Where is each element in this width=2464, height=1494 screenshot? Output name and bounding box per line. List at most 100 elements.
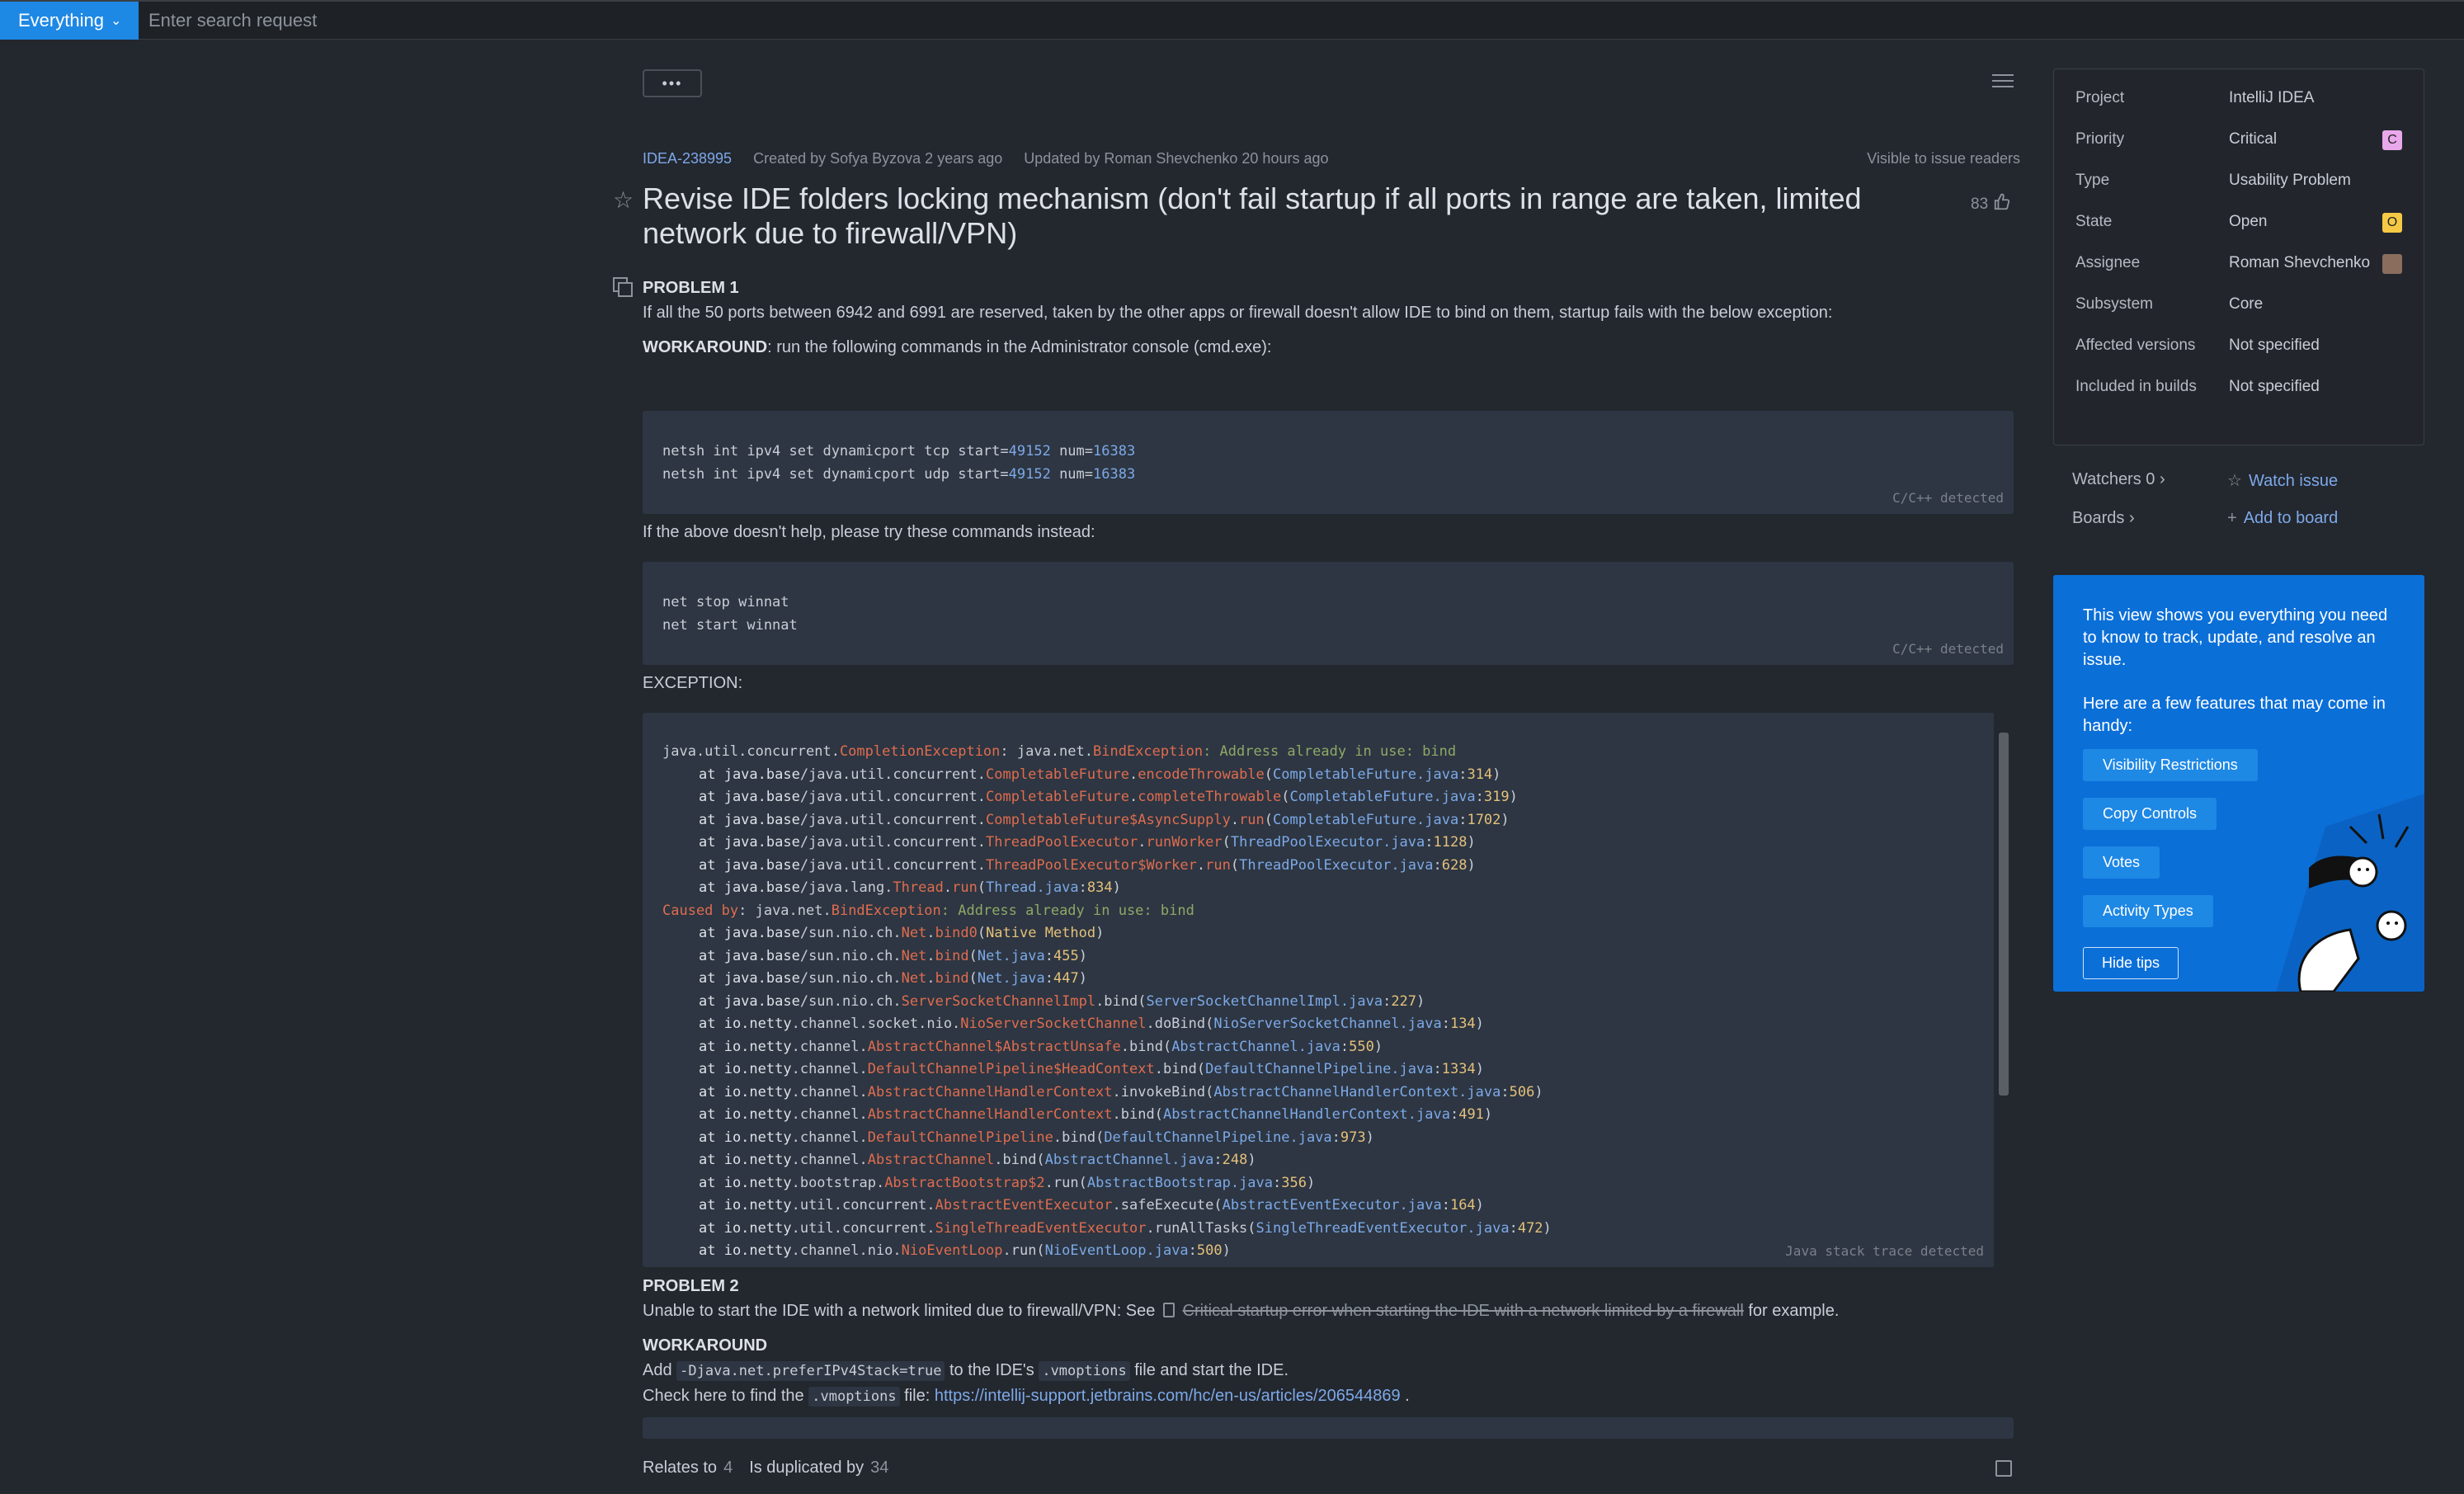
stack-trace-line: at java.base/sun.nio.ch.Net.bind(Net.jav… <box>699 970 1087 987</box>
stack-trace: java.util.concurrent.CompletionException… <box>662 741 1994 1263</box>
stack-trace-line: at java.base/java.lang.Thread.run(Thread… <box>699 879 1121 896</box>
issue-title: Revise IDE folders locking mechanism (do… <box>643 181 1862 250</box>
property-key: Type <box>2075 172 2110 189</box>
workaround-1: WORKAROUND: run the following commands i… <box>643 335 2015 360</box>
watch-issue-button[interactable]: ☆ Watch issue <box>2227 470 2338 491</box>
property-value[interactable]: Usability Problem <box>2229 172 2386 190</box>
stack-trace-line: at io.netty.channel.socket.nio.NioServer… <box>699 1016 1484 1032</box>
property-priority[interactable]: Priority Critical C <box>2075 130 2402 150</box>
stack-trace-line: at java.base/sun.nio.ch.Net.bind(Net.jav… <box>699 947 1087 964</box>
copy-icon[interactable] <box>613 277 633 297</box>
thumbs-up-icon <box>1993 193 2011 216</box>
property-value[interactable]: Not specified <box>2229 337 2386 355</box>
problem-1-text: If all the 50 ports between 6942 and 699… <box>643 304 1833 322</box>
workaround-1-label: WORKAROUND <box>643 338 768 356</box>
issue-meta: IDEA-238995 Created by Sofya Byzova 2 ye… <box>643 150 2020 167</box>
avatar <box>2382 254 2402 274</box>
tip-activity-types-button[interactable]: Activity Types <box>2083 895 2213 927</box>
toc-list-icon[interactable] <box>1992 74 2014 92</box>
status-badge: C <box>2382 130 2402 150</box>
issue-description: PROBLEM 1 If all the 50 ports between 69… <box>643 276 2015 360</box>
stack-trace-block[interactable]: java.util.concurrent.CompletionException… <box>643 713 2014 1267</box>
property-key: State <box>2075 213 2113 230</box>
support-article-link[interactable]: https://intellij-support.jetbrains.com/h… <box>935 1387 1401 1405</box>
scrollbar-thumb[interactable] <box>1999 733 2009 1096</box>
tip-visibility-restrictions-button[interactable]: Visibility Restrictions <box>2083 749 2258 781</box>
stack-trace-block-2[interactable] <box>643 1417 2014 1439</box>
watchers-link[interactable]: Watchers 0 › <box>2072 470 2227 491</box>
language-detected-label[interactable]: Java stack trace detected <box>1785 1240 1984 1263</box>
property-state[interactable]: State Open O <box>2075 213 2402 233</box>
property-value[interactable]: Not specified <box>2229 378 2386 396</box>
star-icon: ☆ <box>2227 472 2242 490</box>
code-scrollbar[interactable] <box>1994 713 2014 1267</box>
property-included-in-builds[interactable]: Included in builds Not specified <box>2075 378 2402 396</box>
search-scope-dropdown[interactable]: Everything ⌄ <box>0 1 139 40</box>
property-key: Project <box>2075 89 2125 106</box>
duplicated-by-link[interactable]: Is duplicated by 34 <box>749 1459 888 1478</box>
property-value[interactable]: IntelliJ IDEA <box>2229 89 2386 107</box>
property-value[interactable]: Roman Shevchenko <box>2229 254 2386 272</box>
property-key: Affected versions <box>2075 337 2196 354</box>
stack-trace-line: at io.netty.channel.AbstractChannel$Abst… <box>699 1038 1383 1055</box>
relates-to-link[interactable]: Relates to 4 <box>643 1459 733 1478</box>
vote-count: 83 <box>1971 196 1989 213</box>
tips-intro: This view shows you everything you need … <box>2083 606 2388 669</box>
problem-2-heading: PROBLEM 2 <box>643 1277 739 1295</box>
visibility-label[interactable]: Visible to issue readers <box>1867 150 2020 167</box>
watch-boards-section: Watchers 0 › ☆ Watch issue Boards › + Add … <box>2072 470 2419 546</box>
hide-tips-button[interactable]: Hide tips <box>2083 947 2179 979</box>
property-project[interactable]: Project IntelliJ IDEA <box>2075 89 2402 107</box>
star-icon[interactable]: ☆ <box>613 186 634 214</box>
top-search-bar: Everything ⌄ <box>0 0 2464 40</box>
property-value[interactable]: Critical <box>2229 130 2386 148</box>
property-value[interactable]: Open <box>2229 213 2386 231</box>
add-to-board-button[interactable]: + Add to board <box>2227 509 2338 528</box>
property-value[interactable]: Core <box>2229 295 2386 313</box>
chevron-right-icon: › <box>2128 509 2135 527</box>
property-subsystem[interactable]: Subsystem Core <box>2075 295 2402 313</box>
stack-trace-line: at io.netty.util.concurrent.SingleThread… <box>699 1219 1552 1237</box>
resolved-issue-link[interactable]: Critical startup error when starting the… <box>1183 1302 1744 1320</box>
stack-trace-line: at io.netty.bootstrap.AbstractBootstrap$… <box>699 1174 1316 1191</box>
stack-trace-line: java.util.concurrent.CompletionException… <box>662 743 1457 760</box>
problem-1-heading: PROBLEM 1 <box>643 279 739 297</box>
property-assignee[interactable]: Assignee Roman Shevchenko <box>2075 254 2402 274</box>
workaround-2-line-2: Check here to find the .vmoptions file: … <box>643 1387 1410 1407</box>
stack-trace-line: at java.base/sun.nio.ch.Net.bind0(Native… <box>699 925 1105 941</box>
stack-trace-line: at java.base/java.util.concurrent.Comple… <box>699 789 1518 805</box>
stack-trace-line: at io.netty.channel.AbstractChannel.bind… <box>699 1152 1256 1168</box>
exception-label: EXCEPTION: <box>643 674 743 692</box>
stack-trace-line: Caused by: java.net.BindException: Addre… <box>662 902 1194 919</box>
plus-icon: + <box>2227 509 2237 527</box>
language-detected-label[interactable]: C/C++ detected <box>1892 487 2004 510</box>
updated-by: Updated by Roman Shevchenko 20 hours ago <box>1024 150 1329 167</box>
vote-button[interactable]: 83 <box>1971 193 2011 216</box>
property-key: Priority <box>2075 130 2125 148</box>
search-input[interactable] <box>139 1 2464 40</box>
tip-copy-controls-button[interactable]: Copy Controls <box>2083 798 2217 830</box>
workaround-2-line-1: Add -Djava.net.preferIPv4Stack=true to t… <box>643 1361 1289 1381</box>
problem-2-text: Unable to start the IDE with a network l… <box>643 1302 1840 1320</box>
code-line: net start winnat <box>662 616 798 634</box>
stack-trace-line: at java.base/java.util.concurrent.Comple… <box>699 811 1510 828</box>
created-by: Created by Sofya Byzova 2 years ago <box>753 150 1003 167</box>
more-actions-button[interactable]: ••• <box>643 69 702 97</box>
search-scope-label: Everything <box>18 9 104 31</box>
issue-link-icon <box>1162 1303 1175 1317</box>
language-detected-label[interactable]: C/C++ detected <box>1892 638 2004 661</box>
property-affected-versions[interactable]: Affected versions Not specified <box>2075 337 2402 355</box>
code-line: netsh int ipv4 set dynamicport udp start… <box>662 465 1136 483</box>
issue-id-link[interactable]: IDEA-238995 <box>643 150 732 167</box>
tips-illustration <box>2276 794 2424 992</box>
chevron-down-icon: ⌄ <box>110 13 122 28</box>
chevron-right-icon: › <box>2159 470 2165 488</box>
tips-features-text: Here are a few features that may come in… <box>2083 695 2386 735</box>
code-block-winnat: net stop winnat net start winnat C/C++ d… <box>643 562 2014 665</box>
property-type[interactable]: Type Usability Problem <box>2075 172 2402 190</box>
open-links-icon[interactable] <box>1995 1460 2012 1477</box>
property-key: Assignee <box>2075 254 2141 271</box>
code-line: net stop winnat <box>662 594 789 610</box>
boards-link[interactable]: Boards › <box>2072 509 2227 528</box>
tip-votes-button[interactable]: Votes <box>2083 846 2160 879</box>
